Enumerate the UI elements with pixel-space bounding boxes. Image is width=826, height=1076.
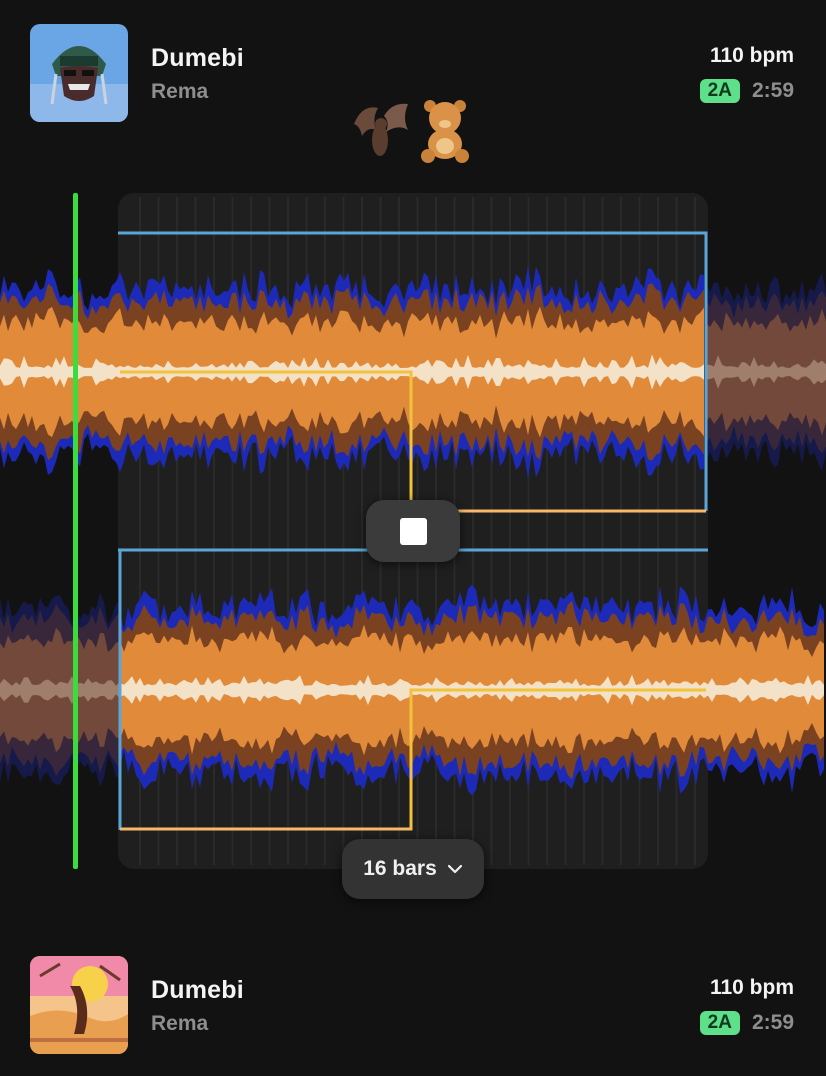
key-badge-bottom: 2A (699, 1011, 740, 1035)
track-bpm-bottom: 110 bpm (709, 976, 794, 999)
stop-icon (399, 517, 427, 545)
playhead[interactable] (73, 193, 78, 869)
chevron-down-icon (447, 864, 462, 874)
track-artist-bottom: Rema (151, 1012, 209, 1035)
track-title-bottom: Dumebi (151, 976, 244, 1004)
track-header-bottom[interactable]: Dumebi Rema 110 bpm 2A 2:59 (0, 952, 826, 1062)
track-duration-bottom: 2:59 (751, 1011, 794, 1034)
transition-length-dropdown[interactable]: 16 bars (342, 839, 484, 899)
stop-button[interactable] (366, 500, 460, 562)
transition-length-label: 16 bars (363, 857, 437, 880)
album-art-bottom (30, 956, 128, 1054)
track-meta-bottom: 2A 2:59 (699, 1011, 794, 1035)
